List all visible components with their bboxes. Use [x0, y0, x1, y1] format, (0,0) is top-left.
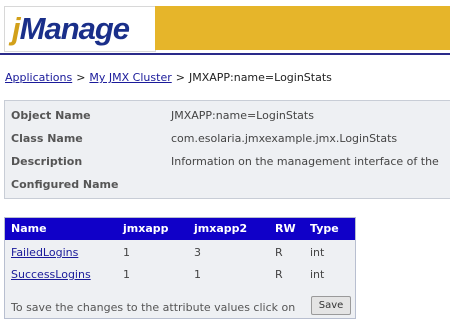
breadcrumb-separator: > [76, 71, 86, 84]
save-button[interactable]: Save [311, 296, 351, 315]
table-cell: R [275, 268, 283, 281]
table-cell: int [310, 268, 325, 281]
breadcrumb-current: JMXAPP:name=LoginStats [188, 71, 332, 84]
column-header-jmxapp: jmxapp [123, 222, 169, 235]
header-banner: jManage [0, 0, 450, 57]
save-hint-text: To save the changes to the attribute val… [11, 301, 296, 314]
table-row: SuccessLogins 1 1 R int [5, 264, 355, 286]
attributes-table: Name jmxapp jmxapp2 RW Type FailedLogins… [4, 217, 356, 319]
info-value: JMXAPP:name=LoginStats [171, 109, 314, 122]
logo-manage: Manage [19, 11, 130, 46]
attributes-table-header: Name jmxapp jmxapp2 RW Type [5, 218, 355, 240]
column-header-rw: RW [275, 222, 296, 235]
table-cell: 1 [123, 246, 130, 259]
table-cell: 3 [194, 246, 201, 259]
table-cell: 1 [194, 268, 201, 281]
banner-rule [0, 53, 450, 55]
logo-j: j [12, 11, 21, 46]
table-cell: R [275, 246, 283, 259]
logo-text: jManage [12, 11, 130, 47]
breadcrumb: Applications > My JMX Cluster > JMXAPP:name=… [5, 71, 332, 84]
info-label: Configured Name [11, 178, 119, 191]
info-label: Description [11, 155, 83, 168]
breadcrumb-applications-link[interactable]: Applications [5, 71, 72, 84]
info-label: Object Name [11, 109, 91, 122]
column-header-jmxapp2: jmxapp2 [194, 222, 248, 235]
info-value: Information on the management interface … [171, 155, 439, 168]
info-value: com.esolaria.jmxexample.jmx.LoginStats [171, 132, 398, 145]
table-row: FailedLogins 1 3 R int [5, 242, 355, 264]
mbean-info-panel: Object Name JMXAPP:name=LoginStats Class… [4, 100, 450, 199]
breadcrumb-cluster-link[interactable]: My JMX Cluster [89, 71, 171, 84]
table-cell: 1 [123, 268, 130, 281]
column-header-name: Name [11, 222, 47, 235]
info-label: Class Name [11, 132, 83, 145]
attribute-link-failedlogins[interactable]: FailedLogins [11, 242, 78, 264]
breadcrumb-separator: > [175, 71, 185, 84]
jmanage-logo: jManage [4, 6, 156, 52]
table-cell: int [310, 246, 325, 259]
banner-fill [155, 6, 450, 50]
column-header-type: Type [310, 222, 339, 235]
attribute-link-successlogins[interactable]: SuccessLogins [11, 264, 91, 286]
